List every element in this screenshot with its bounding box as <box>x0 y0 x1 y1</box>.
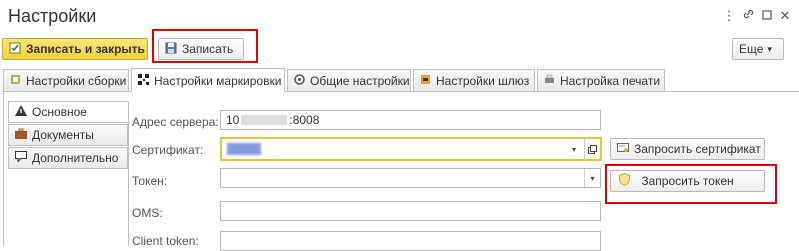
request-cert-button[interactable]: Запросить сертификат <box>610 138 765 160</box>
server-address-masked <box>241 115 288 125</box>
chevron-down-icon[interactable]: ▾ <box>584 169 600 187</box>
print-icon <box>544 74 555 88</box>
gear-icon <box>294 73 305 88</box>
open-icon[interactable] <box>584 139 600 159</box>
cert-field[interactable]: ▾ <box>220 137 602 161</box>
oms-field[interactable] <box>220 201 601 221</box>
chevron-down-icon[interactable]: ▾ <box>566 139 582 159</box>
more-label: Еще <box>739 42 764 56</box>
tab-marking-settings[interactable]: Настройки маркировки <box>131 68 285 92</box>
link-icon[interactable] <box>742 8 756 23</box>
cert-label: Сертификат: <box>132 143 204 157</box>
side-tab-label: Дополнительно <box>32 151 119 165</box>
save-close-button[interactable]: Записать и закрыть <box>2 38 148 60</box>
qrcode-icon <box>138 73 149 88</box>
save-button[interactable]: Записать <box>158 38 244 60</box>
tab-label: Настройки шлюз <box>436 73 530 88</box>
tab-label: Настройки сборки <box>26 73 127 88</box>
tab-gateway-settings[interactable]: Настройки шлюз <box>413 69 535 91</box>
server-value-suffix: :8008 <box>289 113 320 127</box>
server-label: Адрес сервера: <box>132 115 219 129</box>
tab-build-settings[interactable]: Настройки сборки <box>3 69 129 91</box>
tab-label: Общие настройки <box>310 73 410 88</box>
toolbar: Записать и закрыть Записать Еще ▾ <box>0 36 799 62</box>
client-token-field[interactable] <box>220 231 601 251</box>
briefcase-icon <box>15 128 27 142</box>
side-tab-label: Основное <box>32 105 87 119</box>
floppy-icon <box>165 42 177 57</box>
warning-icon <box>15 105 27 119</box>
server-input[interactable]: 10 :8008 <box>220 110 601 130</box>
gateway-icon <box>420 74 431 88</box>
request-cert-label: Запросить сертификат <box>634 142 761 156</box>
tab-bar: Настройки сборки Настройки маркировки Об… <box>0 68 799 92</box>
chevron-down-icon: ▾ <box>767 43 772 54</box>
certificate-icon <box>617 142 629 157</box>
token-field[interactable]: ▾ <box>220 168 601 188</box>
save-label: Записать <box>182 42 234 56</box>
side-tab-label: Документы <box>32 128 94 142</box>
request-token-label: Запросить токен <box>641 174 734 188</box>
more-button[interactable]: Еще ▾ <box>732 38 784 60</box>
tab-print-settings[interactable]: Настройка печати <box>537 69 665 91</box>
more-icon[interactable]: ⋮ <box>722 8 736 24</box>
maximize-icon[interactable] <box>760 8 774 23</box>
oms-label: OMS: <box>132 206 163 220</box>
shield-icon <box>619 172 630 189</box>
side-tab-main[interactable]: Основное <box>8 101 128 123</box>
side-tab-divider <box>128 102 129 246</box>
token-label: Токен: <box>132 174 168 188</box>
request-token-button[interactable]: Запросить токен <box>610 170 765 192</box>
close-icon[interactable]: ✕ <box>778 8 792 24</box>
cert-value-masked <box>227 143 261 155</box>
save-close-icon <box>9 42 21 57</box>
side-tab-documents[interactable]: Документы <box>8 124 128 146</box>
tab-general-settings[interactable]: Общие настройки <box>287 69 411 91</box>
side-tab-additional[interactable]: Дополнительно <box>8 147 128 169</box>
tab-label: Настройка печати <box>560 73 661 88</box>
chat-icon <box>15 151 27 165</box>
settings-icon <box>10 74 21 88</box>
server-value-prefix: 10 <box>226 113 240 127</box>
save-close-label: Записать и закрыть <box>26 42 145 56</box>
tab-label: Настройки маркировки <box>154 73 282 88</box>
window-title: Настройки <box>8 6 97 26</box>
